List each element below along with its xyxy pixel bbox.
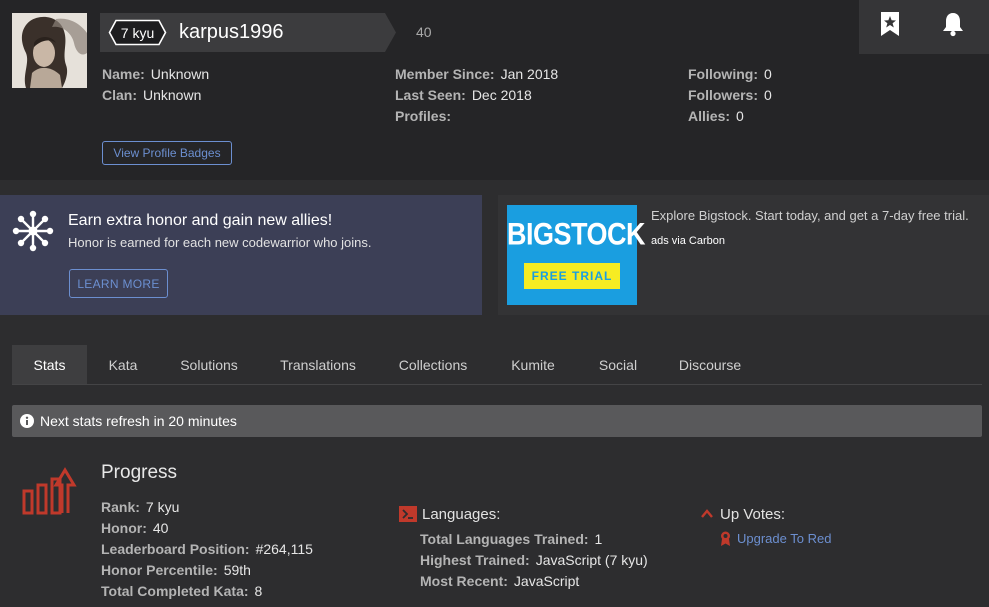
stat-honor: Honor: 40 <box>101 520 169 536</box>
referral-title: Earn extra honor and gain new allies! <box>68 212 333 229</box>
ad-free-trial-label: FREE TRIAL <box>524 263 620 289</box>
info-profiles-row: Profiles: <box>395 108 452 124</box>
ribbon-icon <box>720 531 731 546</box>
profile-info-left: Name: Unknown Clan: Unknown <box>102 65 209 107</box>
info-followers-row[interactable]: Followers: 0 <box>688 86 772 107</box>
terminal-icon <box>399 506 417 522</box>
stat-total-languages: Total Languages Trained: 1 <box>420 531 603 547</box>
network-icon <box>12 210 54 252</box>
stat-leaderboard-position: Leaderboard Position: #264,115 <box>101 541 313 557</box>
upgrade-to-red-link[interactable]: Upgrade To Red <box>720 531 831 546</box>
avatar[interactable] <box>12 13 87 88</box>
referral-subtitle: Honor is earned for each new codewarrior… <box>68 235 372 250</box>
info-following-row[interactable]: Following: 0 <box>688 65 772 86</box>
honor-count: 40 <box>416 24 432 40</box>
ad-image[interactable]: BIGSTOCK FREE TRIAL <box>507 205 646 305</box>
tab-collections[interactable]: Collections <box>385 345 481 384</box>
tab-discourse[interactable]: Discourse <box>665 345 755 384</box>
progress-title: Progress <box>101 462 178 483</box>
profile-tabs: Stats Kata Solutions Translations Collec… <box>12 345 982 385</box>
tab-translations[interactable]: Translations <box>267 345 369 384</box>
progress-chart-icon <box>22 467 78 515</box>
stat-total-completed-kata: Total Completed Kata: 8 <box>101 583 263 599</box>
info-name-row: Name: Unknown <box>102 66 210 82</box>
ad-via-carbon-link[interactable]: ads via Carbon <box>651 235 725 247</box>
stat-most-recent: Most Recent: JavaScript <box>420 573 580 589</box>
upgrade-to-red-label: Upgrade To Red <box>737 531 832 546</box>
languages-title: Languages: <box>422 505 501 523</box>
tab-stats[interactable]: Stats <box>12 345 87 384</box>
progress-stats: Rank: 7 kyu Honor: 40 Leaderboard Position… <box>101 498 313 603</box>
stats-refresh-notice: Next stats refresh in 20 minutes <box>12 405 982 437</box>
tab-solutions[interactable]: Solutions <box>164 345 254 384</box>
bell-icon[interactable] <box>938 9 968 39</box>
languages-stats: Total Languages Trained: 1 Highest Traine… <box>420 530 648 593</box>
kyu-rank-label: 7 kyu <box>120 24 155 41</box>
stat-honor-percentile: Honor Percentile: 59th <box>101 562 251 578</box>
ad-text-link[interactable]: Explore Bigstock. Start today, and get a… <box>651 208 969 223</box>
up-votes-heading: Up Votes: <box>700 504 785 524</box>
profile-header: 7 kyu karpus1996 40 Name: Unknown Clan: Un… <box>0 0 989 180</box>
profile-info-right: Following: 0 Followers: 0 Allies: 0 <box>688 65 772 128</box>
top-icon-bar <box>859 0 989 54</box>
info-allies-row[interactable]: Allies: 0 <box>688 107 772 128</box>
info-clan-row: Clan: Unknown <box>102 87 202 103</box>
stat-highest-trained: Highest Trained: JavaScript (7 kyu) <box>420 552 648 568</box>
tab-kumite[interactable]: Kumite <box>495 345 571 384</box>
chevron-up-icon <box>700 507 714 521</box>
languages-heading: Languages: <box>399 504 500 524</box>
learn-more-button[interactable]: LEARN MORE <box>69 269 168 298</box>
info-icon <box>20 414 34 428</box>
info-last-seen-row: Last Seen: Dec 2018 <box>395 87 532 103</box>
tab-kata[interactable]: Kata <box>87 345 159 384</box>
kyu-rank-badge: 7 kyu <box>108 19 167 46</box>
username: karpus1996 <box>179 21 284 43</box>
stat-rank: Rank: 7 kyu <box>101 499 180 515</box>
rank-banner: 7 kyu karpus1996 <box>100 13 396 52</box>
tab-social[interactable]: Social <box>586 345 650 384</box>
bookmark-star-icon[interactable] <box>875 9 905 39</box>
view-profile-badges-button[interactable]: View Profile Badges <box>102 141 232 165</box>
up-votes-title: Up Votes: <box>720 505 786 523</box>
info-member-since-row: Member Since: Jan 2018 <box>395 66 559 82</box>
notice-text: Next stats refresh in 20 minutes <box>40 413 237 429</box>
ad-brand-logo: BIGSTOCK <box>507 216 646 252</box>
profile-info-middle: Member Since: Jan 2018 Last Seen: Dec 2018… <box>395 65 558 128</box>
